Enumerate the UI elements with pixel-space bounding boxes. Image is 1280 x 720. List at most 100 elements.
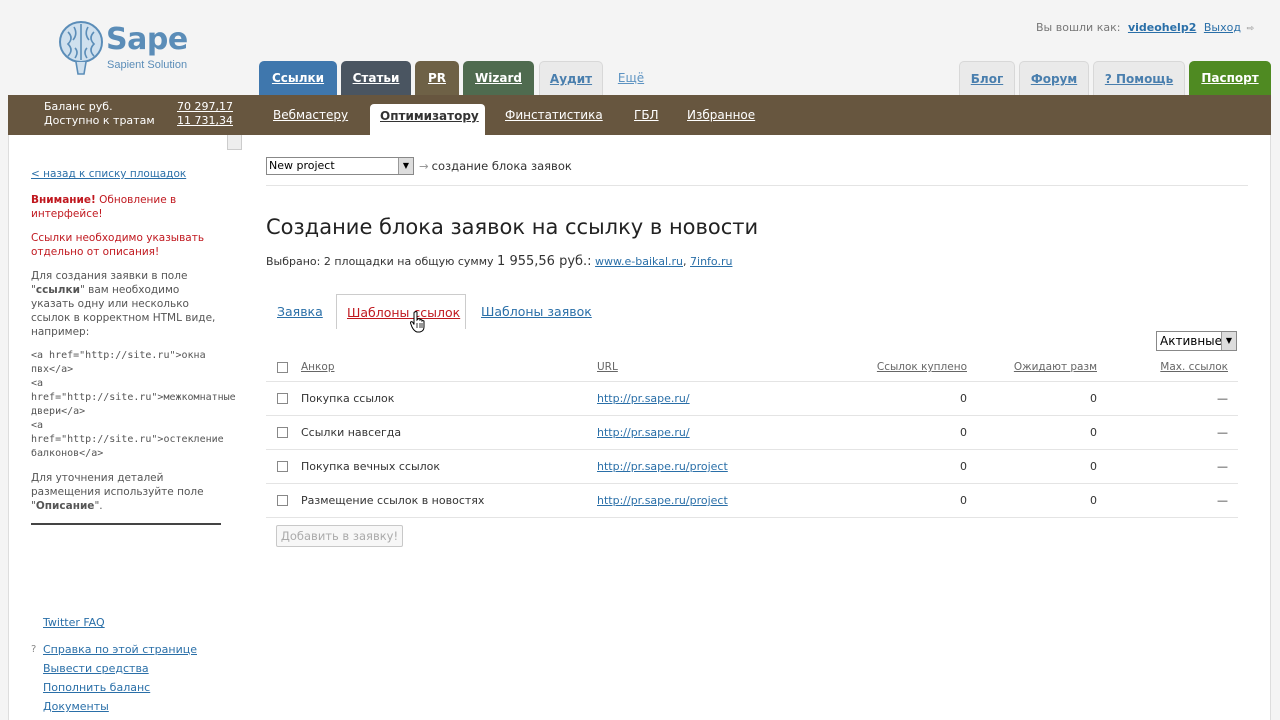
user-bar: Вы вошли как: videohelp2 Выход ⇨ [1036, 21, 1254, 34]
page-help-link[interactable]: ? Справка по этой странице [31, 640, 197, 659]
row-checkbox[interactable] [277, 393, 288, 404]
documents-link[interactable]: Документы [31, 697, 197, 716]
row-checkbox[interactable] [277, 427, 288, 438]
row-anchor: Покупка ссылок [301, 392, 395, 405]
logout-link[interactable]: Выход [1204, 21, 1241, 34]
row-max: — [1217, 426, 1228, 439]
update-warning: Внимание! Обновление в интерфейсе! [31, 193, 223, 221]
row-max: — [1217, 460, 1228, 473]
tab-request[interactable]: Заявка [277, 294, 323, 329]
selection-summary: Выбрано: 2 площадки на общую сумму 1 955… [266, 254, 733, 269]
row-url[interactable]: http://pr.sape.ru/project [597, 484, 728, 518]
nav-favorites[interactable]: Избранное [687, 95, 755, 135]
header-anchor[interactable]: Анкор [301, 353, 334, 382]
row-anchor: Размещение ссылок в новостях [301, 494, 485, 507]
row-waiting: 0 [1090, 426, 1097, 439]
project-select-value: New project [269, 159, 335, 172]
page-help-label: Справка по этой странице [43, 643, 197, 656]
username-link[interactable]: videohelp2 [1128, 21, 1196, 34]
breadcrumb: → создание блока заявок [419, 159, 572, 173]
divider [266, 185, 1248, 186]
site-link[interactable]: www.e-baikal.ru [595, 255, 683, 268]
content-panel: < назад к списку площадок Внимание! Обно… [8, 135, 1271, 720]
table-header: Анкор URL Ссылок куплено Ожидают разм Ма… [266, 353, 1238, 382]
tab-blog[interactable]: Блог [959, 61, 1015, 95]
header-url[interactable]: URL [597, 353, 618, 382]
tab-audit[interactable]: Аудит [539, 61, 603, 95]
back-to-sites-link[interactable]: < назад к списку площадок [31, 167, 223, 181]
breadcrumb-current: создание блока заявок [431, 159, 572, 173]
row-url[interactable]: http://pr.sape.ru/ [597, 416, 690, 450]
project-select[interactable]: New project ▼ [266, 157, 414, 175]
brain-icon [59, 21, 103, 75]
code-examples: <a href="http://site.ru">окна пвх</a> <a… [31, 349, 236, 461]
sape-logo[interactable]: Sape Sapient Solution [58, 18, 198, 78]
row-url[interactable]: http://pr.sape.ru/ [597, 382, 690, 416]
row-url[interactable]: http://pr.sape.ru/project [597, 450, 728, 484]
hand-cursor-icon [410, 311, 425, 333]
row-max: — [1217, 494, 1228, 507]
logout-icon[interactable]: ⇨ [1246, 24, 1254, 34]
selection-sum: 1 955,56 руб.: [497, 254, 592, 269]
tab-passport[interactable]: Паспорт [1189, 61, 1271, 95]
status-filter-value: Активные [1160, 334, 1223, 348]
logged-in-label: Вы вошли как: [1036, 21, 1121, 34]
tab-forum[interactable]: Форум [1019, 61, 1089, 95]
nav-webmaster[interactable]: Вебмастеру [273, 95, 348, 135]
warning-bold: Внимание! [31, 194, 96, 206]
row-anchor: Покупка вечных ссылок [301, 460, 441, 473]
row-max: — [1217, 392, 1228, 405]
row-checkbox[interactable] [277, 461, 288, 472]
header-max-links[interactable]: Мах. ссылок [1160, 353, 1228, 382]
page-title: Создание блока заявок на ссылку в новост… [266, 215, 759, 239]
code-line: <a href="http://site.ru">окна пвх</a> [31, 350, 206, 375]
balance-label: Баланс руб. [44, 100, 113, 113]
row-waiting: 0 [1090, 460, 1097, 473]
tab-link-templates[interactable]: Шаблоны ссылок [336, 294, 466, 329]
tab-links[interactable]: Ссылки [259, 61, 337, 95]
select-all-checkbox[interactable] [277, 362, 288, 373]
row-checkbox[interactable] [277, 495, 288, 506]
header-bought[interactable]: Ссылок куплено [877, 353, 967, 382]
table-row: Покупка вечных ссылок http://pr.sape.ru/… [266, 450, 1238, 484]
hint-bold: Описание [35, 500, 95, 512]
code-line: <a href="http://site.ru">остекление балк… [31, 420, 224, 459]
add-to-request-button[interactable]: Добавить в заявку! [276, 525, 403, 547]
nav-optimizer[interactable]: Оптимизатору [370, 104, 485, 135]
nav-finstat[interactable]: Финстатистика [505, 95, 603, 135]
brand-tagline: Sapient Solution [107, 59, 188, 71]
sidebar-collapse-button[interactable] [227, 135, 242, 150]
tab-articles[interactable]: Статьи [341, 61, 411, 95]
row-bought: 0 [960, 426, 967, 439]
tab-pr[interactable]: PR [415, 61, 459, 95]
chevron-down-icon[interactable]: ▼ [1221, 332, 1236, 350]
header-waiting[interactable]: Ожидают разм [1014, 353, 1097, 382]
row-waiting: 0 [1090, 392, 1097, 405]
info-bold: ссылки [35, 284, 80, 296]
nav-gbl[interactable]: ГБЛ [634, 95, 659, 135]
main-nav-bar: Баланс руб. 70 297,17 Доступно к тратам … [8, 95, 1271, 135]
question-icon: ? [31, 644, 37, 655]
info-text: Для создания заявки в поле "ссылки" вам … [31, 269, 223, 339]
row-bought: 0 [960, 460, 967, 473]
templates-table: Анкор URL Ссылок куплено Ожидают разм Ма… [266, 353, 1238, 518]
balance-value[interactable]: 70 297,17 [177, 100, 233, 114]
tab-request-templates[interactable]: Шаблоны заявок [481, 294, 592, 329]
table-row: Покупка ссылок http://pr.sape.ru/ 0 0 — [266, 382, 1238, 416]
available-value[interactable]: 11 731,34 [177, 114, 233, 128]
tab-wizard[interactable]: Wizard [463, 61, 534, 95]
status-filter-select[interactable]: Активные ▼ [1156, 331, 1237, 351]
table-row: Размещение ссылок в новостях http://pr.s… [266, 484, 1238, 518]
balance-block: Баланс руб. 70 297,17 Доступно к тратам … [44, 100, 233, 128]
table-row: Ссылки навсегда http://pr.sape.ru/ 0 0 — [266, 416, 1238, 450]
hint-text: Для уточнения деталей размещения использ… [31, 471, 223, 513]
chevron-down-icon[interactable]: ▼ [398, 158, 413, 174]
site-link[interactable]: 7info.ru [690, 255, 732, 268]
tab-help[interactable]: ? Помощь [1093, 61, 1185, 95]
available-label: Доступно к тратам [44, 114, 155, 127]
twitter-faq-link[interactable]: Twitter FAQ [31, 613, 197, 632]
tab-more[interactable]: Ещё [611, 61, 651, 95]
withdraw-link[interactable]: Вывести средства [31, 659, 197, 678]
topup-link[interactable]: Пополнить баланс [31, 678, 197, 697]
selection-prefix: Выбрано: 2 площадки на общую сумму [266, 255, 494, 268]
